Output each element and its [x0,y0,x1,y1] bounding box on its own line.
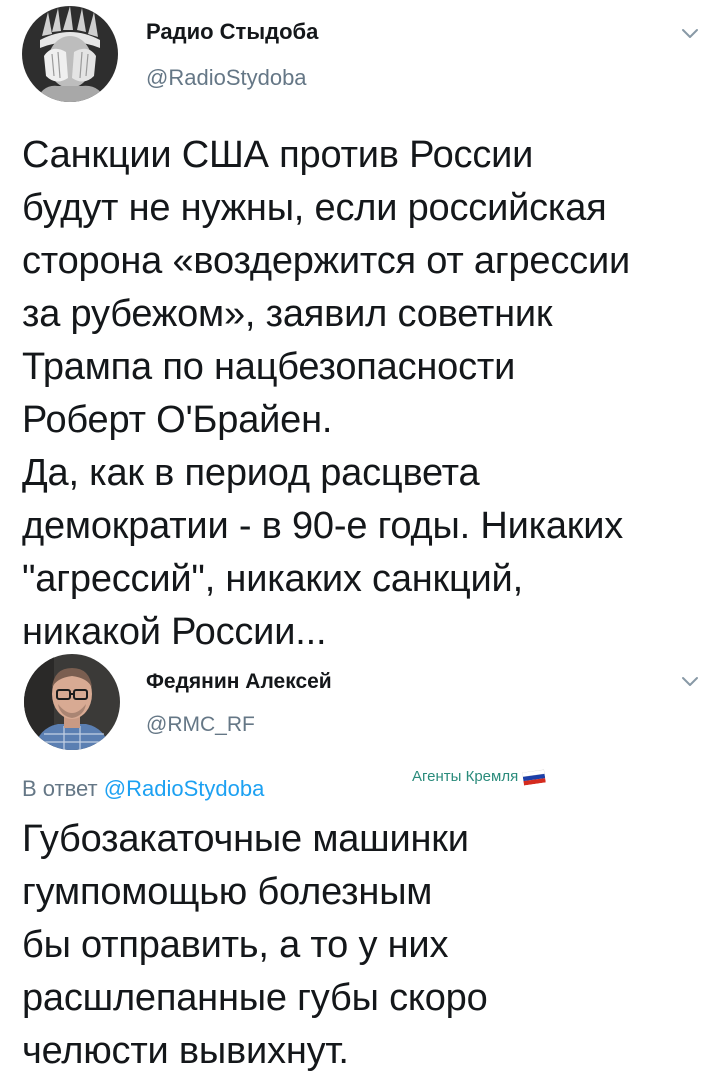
reply-prefix: В ответ [22,776,98,801]
tweet-text: Губозакаточные машинки гумпомощью болезн… [22,818,488,1072]
author-name[interactable]: Радио Стыдоба [146,19,318,45]
tweet-original: Радио Стыдоба @RadioStydoba Санкции США … [0,0,719,653]
reply-mention-link[interactable]: @RadioStydoba [104,776,265,801]
chevron-down-icon[interactable] [679,22,701,44]
reply-context: В ответ @RadioStydoba [22,776,264,802]
tweet-text: Санкции США против России будут не нужны… [22,134,631,653]
avatar-man-glasses-icon [24,654,120,750]
author-avatar[interactable] [22,6,118,102]
chevron-down-icon[interactable] [679,670,701,692]
watermark-text: Агенты Кремля [412,768,519,785]
russian-flag-icon [522,769,547,785]
author-handle[interactable]: @RadioStydoba [146,65,307,91]
watermark: Агенты Кремля [412,768,547,785]
author-name[interactable]: Федянин Алексей [146,670,332,694]
tweet-reply: Федянин Алексей @RMC_RF В ответ @RadioSt… [0,646,719,1080]
avatar-facepalm-statue-icon [22,6,118,102]
author-avatar[interactable] [24,654,120,750]
author-handle[interactable]: @RMC_RF [146,713,255,737]
